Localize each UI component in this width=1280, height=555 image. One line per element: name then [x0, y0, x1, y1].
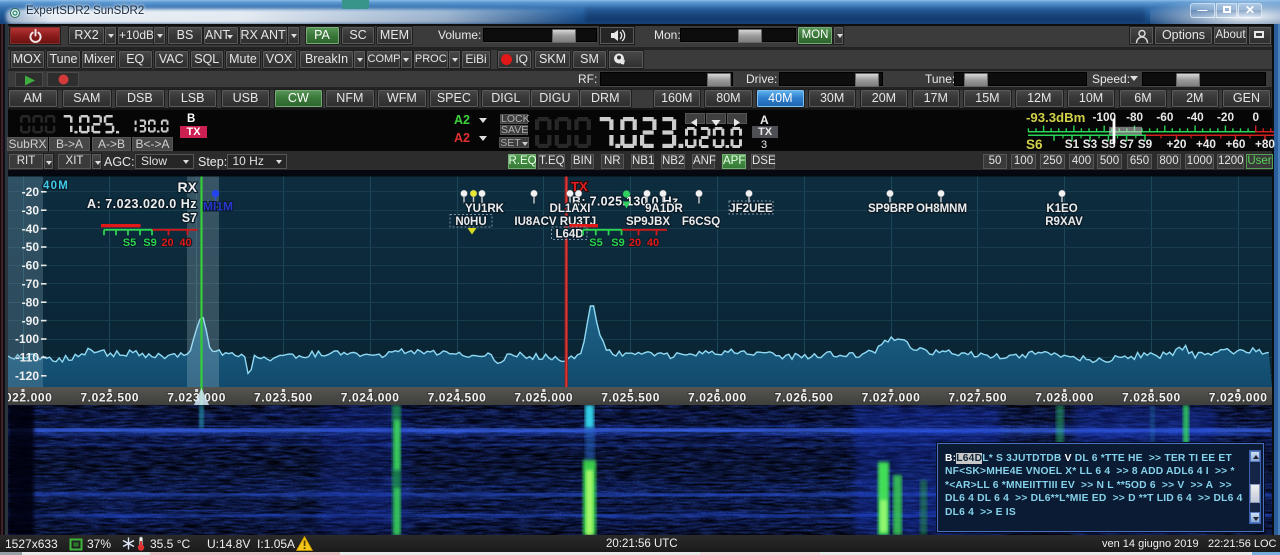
svg-text:S1: S1	[1065, 137, 1080, 151]
svg-text:-60: -60	[22, 259, 40, 273]
svg-text:K1EO: K1EO	[1046, 203, 1077, 215]
svg-text:R9XAV: R9XAV	[1045, 216, 1083, 228]
svg-text:-80: -80	[1126, 110, 1143, 124]
svg-text:7.024.500: 7.024.500	[428, 391, 487, 405]
svg-text:-60: -60	[1156, 110, 1173, 124]
svg-text:-30: -30	[22, 203, 40, 217]
svg-text:40M: 40M	[43, 180, 69, 192]
svg-text:S3: S3	[1083, 137, 1098, 151]
svg-text:20: 20	[629, 237, 641, 249]
svg-text:RX: RX	[178, 179, 198, 195]
svg-text:OH8MNM: OH8MNM	[916, 203, 967, 215]
svg-text:S6: S6	[1026, 137, 1043, 152]
svg-text:7.026.000: 7.026.000	[688, 391, 747, 405]
svg-text:+60: +60	[1225, 137, 1245, 151]
svg-text:-93.3dBm: -93.3dBm	[1026, 110, 1085, 125]
svg-text:YU1RK: YU1RK	[465, 203, 505, 215]
svg-text:0: 0	[1253, 110, 1260, 124]
svg-text:7.022.500: 7.022.500	[80, 391, 139, 405]
svg-text:7.025.000: 7.025.000	[514, 391, 573, 405]
svg-text:7.027.500: 7.027.500	[948, 391, 1007, 405]
svg-text:SP9JBX: SP9JBX	[626, 216, 670, 228]
svg-text:IU8ACV: IU8ACV	[514, 216, 557, 228]
svg-text:S9: S9	[611, 237, 624, 249]
svg-text:S5: S5	[589, 237, 602, 249]
svg-text:7.025.500: 7.025.500	[601, 391, 660, 405]
svg-text:+20: +20	[1166, 137, 1186, 151]
svg-text:S9: S9	[1138, 137, 1153, 151]
svg-text:7.022.000: 7.022.000	[8, 391, 52, 405]
svg-text:7.028.000: 7.028.000	[1035, 391, 1094, 405]
svg-text:-90: -90	[22, 314, 40, 328]
svg-text:20: 20	[161, 237, 173, 249]
svg-text:DL1AXI: DL1AXI	[550, 203, 591, 215]
svg-text:-20: -20	[1217, 110, 1234, 124]
svg-text:N0HU: N0HU	[455, 216, 486, 228]
svg-text:-120: -120	[15, 369, 39, 383]
svg-text:-100: -100	[15, 332, 39, 346]
svg-text:7.023.500: 7.023.500	[254, 391, 313, 405]
svg-text:-110: -110	[16, 351, 40, 365]
svg-text:40: 40	[647, 237, 659, 249]
svg-text:7.029.000: 7.029.000	[1209, 391, 1268, 405]
svg-text:+80: +80	[1255, 137, 1275, 151]
svg-text:A: 7.023.020.0 Hz: A: 7.023.020.0 Hz	[87, 197, 197, 211]
svg-text:L64D: L64D	[555, 229, 583, 241]
svg-text:7.028.500: 7.028.500	[1122, 391, 1181, 405]
svg-text:7.024.000: 7.024.000	[341, 391, 400, 405]
svg-text:-20: -20	[22, 185, 40, 199]
svg-text:SP9BRP: SP9BRP	[868, 203, 914, 215]
svg-text:-80: -80	[22, 295, 40, 309]
svg-text:S7: S7	[1119, 137, 1134, 151]
svg-text:+40: +40	[1196, 137, 1216, 151]
svg-text:S5: S5	[123, 237, 136, 249]
svg-text:F6CSQ: F6CSQ	[682, 216, 720, 228]
svg-text:9A1DR: 9A1DR	[645, 203, 683, 215]
svg-text:MI1M: MI1M	[203, 200, 233, 214]
svg-text:-40: -40	[1187, 110, 1204, 124]
svg-text:7.026.500: 7.026.500	[775, 391, 834, 405]
svg-text:JF2UEE: JF2UEE	[729, 203, 773, 215]
svg-text:S7: S7	[182, 211, 197, 225]
svg-text:40: 40	[179, 237, 191, 249]
svg-text:-70: -70	[22, 277, 40, 291]
svg-text:-50: -50	[22, 240, 40, 254]
svg-text:-40: -40	[22, 222, 40, 236]
svg-text:7.027.000: 7.027.000	[862, 391, 921, 405]
svg-text:S9: S9	[143, 237, 156, 249]
